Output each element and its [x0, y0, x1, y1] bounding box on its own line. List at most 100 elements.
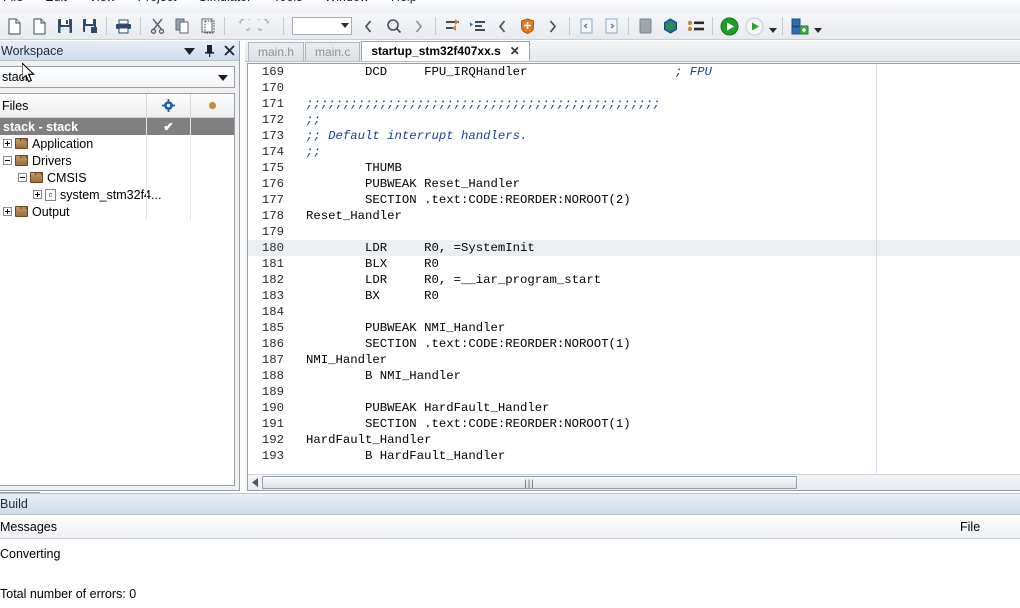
editor-horizontal-scrollbar[interactable]: ||| — [248, 474, 1020, 490]
build-message-row[interactable]: Converting — [0, 544, 1020, 564]
save-icon[interactable] — [53, 15, 76, 38]
code-line[interactable]: 181 BLX R0 — [248, 256, 1020, 272]
stop-build-icon[interactable] — [634, 15, 657, 38]
code-line[interactable]: 186 SECTION .text:CODE:REORDER:NOROOT(1) — [248, 336, 1020, 352]
menu-item-view[interactable]: View — [78, 0, 127, 13]
tree-item[interactable]: Output — [0, 203, 234, 220]
menu-item-simulator[interactable]: Simulator — [187, 0, 262, 13]
code-line[interactable]: 179 — [248, 224, 1020, 240]
expand-icon[interactable] — [3, 139, 12, 148]
code-line[interactable]: 184 — [248, 304, 1020, 320]
go-to-bookmark-icon[interactable] — [466, 15, 489, 38]
navigate-backward-icon[interactable] — [357, 15, 380, 38]
workspace-chart-icon[interactable] — [788, 15, 811, 38]
tree-item[interactable]: CMSIS — [0, 169, 234, 186]
code-line[interactable]: 178 Reset_Handler — [248, 208, 1020, 224]
compile-shield-icon[interactable] — [516, 15, 539, 38]
panel-menu-chevron-icon[interactable] — [179, 41, 199, 61]
code-line[interactable]: 188 B NMI_Handler — [248, 368, 1020, 384]
tree-item[interactable]: Drivers — [0, 152, 234, 169]
build-message-row[interactable]: Total number of warnings: 1 — [0, 604, 1020, 608]
gear-icon[interactable] — [146, 94, 190, 118]
code-line[interactable]: 173 ;; Default interrupt handlers. — [248, 128, 1020, 144]
build-message-row[interactable]: Total number of errors: 0 — [0, 584, 1020, 604]
code-line[interactable]: 171;;;;;;;;;;;;;;;;;;;;;;;;;;;;;;;;;;;;;… — [248, 96, 1020, 112]
code-line[interactable]: 192 HardFault_Handler — [248, 432, 1020, 448]
run-dropdown-arrow-icon[interactable] — [767, 15, 778, 38]
code-line[interactable]: 180 LDR R0, =SystemInit — [248, 240, 1020, 256]
project-file-tree[interactable]: Files stack - stack ✔ Application Drivers CM… — [0, 93, 235, 486]
copy-icon[interactable] — [171, 15, 194, 38]
code-lines[interactable]: 169 DCD FPU_IRQHandler ; FPU 170 171;;;;;;… — [248, 64, 1020, 473]
code-line-text: ;;;;;;;;;;;;;;;;;;;;;;;;;;;;;;;;;;;;;;;;… — [292, 96, 660, 112]
code-line[interactable]: 169 DCD FPU_IRQHandler ; FPU — [248, 64, 1020, 80]
code-line[interactable]: 189 — [248, 384, 1020, 400]
cut-icon[interactable] — [146, 15, 169, 38]
code-line[interactable]: 175 THUMB — [248, 160, 1020, 176]
menu-item-project[interactable]: Project — [127, 0, 188, 13]
code-line[interactable]: 174;; — [248, 144, 1020, 160]
code-line[interactable]: 191 SECTION .text:CODE:REORDER:NOROOT(1) — [248, 416, 1020, 432]
build-message-row[interactable] — [0, 564, 1020, 584]
quick-search-input[interactable] — [292, 17, 352, 35]
close-icon[interactable]: ✕ — [510, 44, 520, 58]
toolbar-separator — [628, 17, 629, 35]
build-file-icon[interactable] — [600, 15, 623, 38]
menu-item-file[interactable]: File — [0, 0, 34, 13]
navigate-forward-icon[interactable] — [407, 15, 430, 38]
workspace-dropdown-arrow-icon[interactable] — [812, 15, 823, 38]
open-file-icon[interactable] — [28, 15, 51, 38]
download-debug-icon[interactable] — [659, 15, 682, 38]
close-icon[interactable] — [219, 41, 239, 61]
print-icon[interactable] — [112, 15, 135, 38]
previous-bookmark-icon[interactable] — [491, 15, 514, 38]
horizontal-scroll-thumb[interactable]: ||| — [262, 476, 797, 489]
collapse-icon[interactable] — [3, 156, 12, 165]
code-line[interactable]: 177 SECTION .text:CODE:REORDER:NOROOT(2) — [248, 192, 1020, 208]
expand-icon[interactable] — [3, 207, 12, 216]
editor-tab-main-c[interactable]: main.c — [305, 42, 361, 61]
code-line[interactable]: 190 PUBWEAK HardFault_Handler — [248, 400, 1020, 416]
menu-item-edit[interactable]: Edit — [34, 0, 78, 13]
code-token: NMI_Handler — [306, 353, 388, 367]
menu-item-tools[interactable]: Tools — [262, 0, 313, 13]
project-config-select[interactable]: stack — [0, 66, 235, 88]
menu-item-window[interactable]: Window — [313, 0, 379, 13]
save-all-icon[interactable] — [78, 15, 101, 38]
collapse-icon[interactable] — [18, 173, 27, 182]
code-line[interactable]: 170 — [248, 80, 1020, 96]
quick-search-icon[interactable] — [382, 15, 405, 38]
build-message-list[interactable]: Converting Total number of errors: 0Total… — [0, 539, 1020, 608]
tree-item[interactable]: Application — [0, 135, 234, 152]
make-file-icon[interactable] — [575, 15, 598, 38]
pin-icon[interactable] — [199, 41, 219, 61]
run-icon[interactable] — [718, 15, 741, 38]
code-line[interactable]: 185 PUBWEAK NMI_Handler — [248, 320, 1020, 336]
code-line[interactable]: 187 NMI_Handler — [248, 352, 1020, 368]
next-bookmark-icon[interactable] — [541, 15, 564, 38]
editor-tab-startup-stm32f407xx-s[interactable]: startup_stm32f407xx.s ✕ — [361, 41, 530, 61]
code-editor[interactable]: 169 DCD FPU_IRQHandler ; FPU 170 171;;;;;;… — [247, 63, 1020, 491]
paste-icon[interactable] — [196, 15, 219, 38]
build-title-bar: Build — [0, 493, 1020, 515]
editor-tab-main-h[interactable]: main.h — [248, 42, 305, 61]
code-line[interactable]: 193 B HardFault_Handler — [248, 448, 1020, 464]
expand-icon[interactable] — [33, 190, 42, 199]
new-document-icon[interactable] — [3, 15, 26, 38]
menu-item-help[interactable]: Help — [380, 0, 428, 13]
toggle-bookmark-icon[interactable] — [441, 15, 464, 38]
tree-item[interactable]: stack - stack ✔ — [0, 118, 234, 135]
status-dot-icon[interactable] — [190, 94, 234, 118]
go-icon[interactable] — [743, 15, 766, 38]
code-line[interactable]: 183 BX R0 — [248, 288, 1020, 304]
scroll-left-arrow-icon[interactable] — [248, 475, 262, 490]
build-col-messages: Messages — [0, 519, 57, 534]
undo-icon[interactable] — [230, 15, 253, 38]
code-line[interactable]: 172;; — [248, 112, 1020, 128]
code-line[interactable]: 176 PUBWEAK Reset_Handler — [248, 176, 1020, 192]
redo-icon[interactable] — [255, 15, 278, 38]
code-line[interactable]: 182 LDR R0, =__iar_program_start — [248, 272, 1020, 288]
tree-item[interactable]: c system_stm32f4... — [0, 186, 234, 203]
options-list-icon[interactable] — [684, 15, 707, 38]
